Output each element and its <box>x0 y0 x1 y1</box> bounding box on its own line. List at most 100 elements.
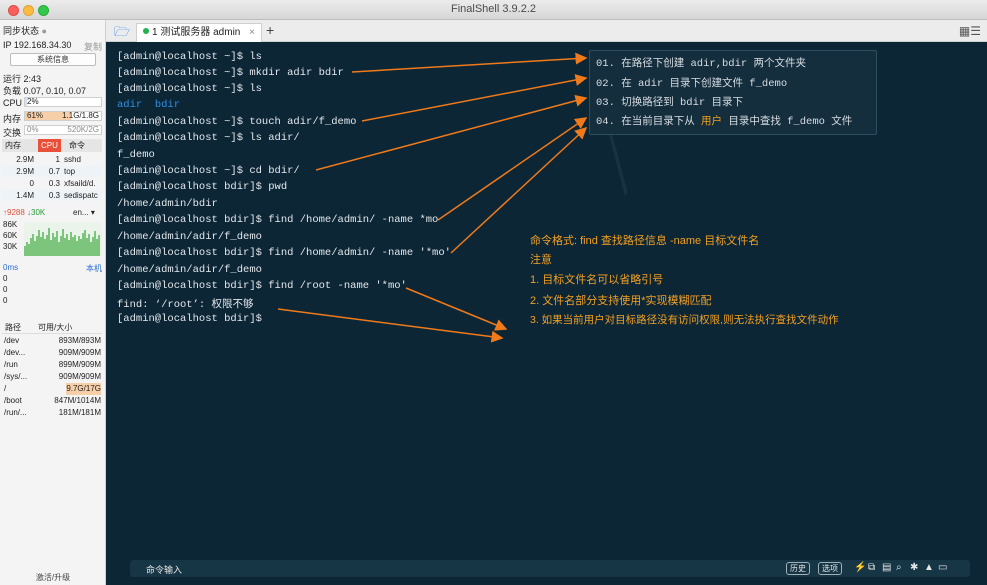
mem-value: 1.1G/1.8G <box>62 111 99 120</box>
latency-value: 0 <box>3 285 8 294</box>
title-bar: FinalShell 3.9.2.2 <box>0 0 987 20</box>
arrow <box>361 74 588 122</box>
proc-tab-cmd[interactable]: 命令 <box>66 139 88 152</box>
annotation-format: 命令格式: find 查找路径信息 -name 目标文件名 <box>530 235 760 247</box>
caret-down-icon: ▾ <box>90 208 95 217</box>
add-tab-icon[interactable]: + <box>266 22 274 38</box>
settings-icon[interactable]: ✱ <box>910 562 918 573</box>
upload-icon[interactable]: ▲ <box>924 562 934 573</box>
options-button[interactable]: 选项 <box>818 562 842 575</box>
tab-label: 1 测试服务器 admin <box>152 27 241 38</box>
latency-host: 本机 <box>86 264 102 273</box>
process-row[interactable]: 1.4M 0.3 sedispatc <box>2 190 102 201</box>
terminal-line: [admin@localhost ~]$ ls <box>117 83 262 95</box>
net-scale-2: 60K <box>3 231 18 240</box>
proc-tab-cpu[interactable]: CPU <box>38 139 61 152</box>
note-line: 03. 切换路径到 bdir 目录下 <box>596 94 743 109</box>
mem-percent: 61% <box>27 111 44 120</box>
note-text: 目录中查找 f_demo 文件 <box>722 116 853 128</box>
swap-percent: 0% <box>27 125 39 134</box>
fs-row[interactable]: /dev... 909M/909M <box>2 347 102 359</box>
proc-cmd: xfsaild/d. <box>64 179 96 188</box>
swap-label: 交换 <box>3 128 22 138</box>
fs-row[interactable]: /dev 893M/893M <box>2 335 102 347</box>
terminal-line: [admin@localhost ~]$ touch adir/f_demo <box>117 116 357 128</box>
annotation-point: 3. 如果当前用户对目标路径没有访问权限,则无法执行查找文件动作 <box>530 314 839 326</box>
copy-ip-button[interactable]: 复制 <box>84 40 102 53</box>
fs-size: 847M/1014M <box>54 396 101 405</box>
fs-size: 181M/181M <box>58 408 101 417</box>
search-icon[interactable]: ⌕ <box>896 562 902 573</box>
fs-path: / <box>4 384 7 393</box>
net-iface-select[interactable]: en... ▾ <box>73 208 95 217</box>
annotation-point: 2. 文件名部分支持使用*实现模糊匹配 <box>530 295 712 307</box>
layout-menu-icon[interactable]: ▦☰ <box>959 24 981 38</box>
latency-label: 0ms <box>3 263 19 272</box>
fs-path: /dev <box>4 336 20 345</box>
fs-row[interactable]: /run 899M/909M <box>2 359 102 371</box>
sysinfo-button[interactable]: 系统信息 <box>10 53 96 66</box>
proc-cmd: top <box>64 167 76 176</box>
load-average: 负载 0.07, 0.10, 0.07 <box>3 86 87 96</box>
fs-path: /dev... <box>4 348 26 357</box>
terminal-line: find: ‘/root’: 权限不够 <box>117 299 254 311</box>
terminal-line: [admin@localhost bdir]$ <box>117 313 262 325</box>
note-text: 03. 切换路径到 bdir 目录下 <box>596 97 744 109</box>
ip-address: IP 192.168.34.30 <box>3 40 72 50</box>
sidebar: 同步状态 ● IP 192.168.34.30 复制 系统信息 运行 2:43 … <box>0 20 106 585</box>
proc-mem: 2.9M <box>16 155 34 164</box>
fs-size: 9.7G/17G <box>66 383 101 395</box>
dir-entry: bdir <box>154 99 181 111</box>
process-row[interactable]: 0 0.3 xfsaild/d. <box>2 178 102 189</box>
command-input-bar[interactable]: 命令输入 历史 选项 ⚡ ⧉ ▤ ⌕ ✱ ▲ ▭ <box>130 560 970 577</box>
process-tabs: 内存 CPU 命令 <box>2 139 102 152</box>
net-down: ↓30K <box>27 208 46 217</box>
fs-header: 路径 可用/大小 <box>2 322 102 334</box>
fs-size: 899M/909M <box>58 360 101 369</box>
fs-row[interactable]: /sys/... 909M/909M <box>2 371 102 383</box>
arrow <box>351 52 588 73</box>
history-button[interactable]: 历史 <box>786 562 810 575</box>
cpu-value: 2% <box>27 97 39 106</box>
proc-cmd: sedispatc <box>64 191 98 200</box>
terminal-line: /home/admin/bdir <box>117 198 218 210</box>
terminal-line: f_demo <box>117 149 155 161</box>
network-graph-bar <box>98 235 100 256</box>
fs-size: 909M/909M <box>58 372 101 381</box>
annotation-attention: 注意 <box>530 254 552 266</box>
tab-bar: 🗁 1 测试服务器 admin × + ▦☰ <box>106 20 987 42</box>
proc-mem: 2.9M <box>16 167 34 176</box>
tab-session[interactable]: 1 测试服务器 admin × <box>136 23 262 42</box>
note-line: 02. 在 adir 目录下创建文件 f_demo <box>596 78 788 90</box>
arrow <box>405 287 508 331</box>
fs-size: 909M/909M <box>58 348 101 357</box>
close-tab-icon[interactable]: × <box>249 24 255 41</box>
window-icon[interactable]: ▭ <box>938 562 947 573</box>
network-graph <box>24 222 102 256</box>
cpu-meter: 2% <box>24 97 102 107</box>
process-row[interactable]: 2.9M 0.7 top <box>2 166 102 177</box>
process-row[interactable]: 2.9M 1 sshd <box>2 154 102 165</box>
proc-cpu: 0.3 <box>48 179 60 188</box>
notes-box: 01. 在路径下创建 adir,bdir 两个文件夹 02. 在 adir 目录… <box>589 50 877 135</box>
proc-mem: 1.4M <box>16 191 34 200</box>
fs-row[interactable]: / 9.7G/17G <box>2 383 102 395</box>
copy-icon[interactable]: ⧉ <box>868 562 875 573</box>
fs-path: /run <box>4 360 18 369</box>
annotation-point: 1. 目标文件名可以省略引号 <box>530 274 664 286</box>
note-text: 04. 在当前目录下从 <box>596 116 702 128</box>
proc-tab-mem[interactable]: 内存 <box>2 139 24 152</box>
command-input-label: 命令输入 <box>146 565 183 575</box>
fs-header-size: 可用/大小 <box>38 323 73 332</box>
fs-row[interactable]: /boot 847M/1014M <box>2 395 102 407</box>
mem-label: 内存 <box>3 114 22 124</box>
terminal-line: /home/admin/adir/f_demo <box>117 231 262 243</box>
paste-icon[interactable]: ▤ <box>882 562 891 573</box>
activate-upgrade-link[interactable]: 激活/升级 <box>0 572 106 583</box>
lightning-icon[interactable]: ⚡ <box>854 562 866 573</box>
cpu-label: CPU <box>3 98 23 108</box>
terminal-line: [admin@localhost ~]$ mkdir adir bdir <box>117 67 344 79</box>
note-line: 04. 在当前目录下从 用户 目录中查找 f_demo 文件 <box>596 113 852 128</box>
terminal[interactable]: ⟋ [admin@localhost ~]$ ls [admin@localho… <box>106 42 987 585</box>
fs-row[interactable]: /run/... 181M/181M <box>2 407 102 419</box>
